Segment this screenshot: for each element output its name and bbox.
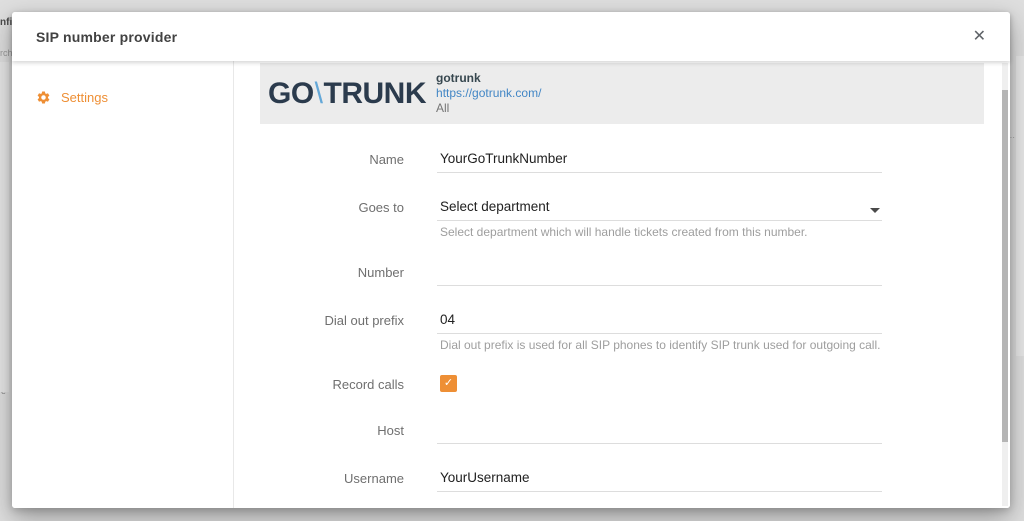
- department-select-value: Select department: [440, 199, 550, 214]
- department-select[interactable]: Select department: [437, 198, 882, 221]
- sip-number-provider-dialog: SIP number provider ✕ Settings GO\TRUNK …: [12, 12, 1010, 508]
- record-calls-label: Record calls: [332, 377, 404, 392]
- dialog-body: Settings GO\TRUNK gotrunk https://gotrun…: [12, 61, 1010, 508]
- number-label: Number: [357, 265, 404, 280]
- logo-go: GO: [268, 76, 314, 110]
- host-label: Host: [377, 423, 404, 438]
- username-input[interactable]: [440, 469, 882, 486]
- provider-name: gotrunk: [436, 71, 481, 85]
- username-field: [437, 469, 882, 492]
- content-scrollbar-track[interactable]: [1002, 63, 1008, 506]
- sidebar-item-settings[interactable]: Settings: [12, 86, 233, 109]
- content-scrollbar-thumb[interactable]: [1002, 90, 1008, 442]
- dial-out-prefix-field: [437, 311, 882, 334]
- form-row-goes-to: Goes to Select department Select departm…: [234, 198, 1010, 239]
- host-input[interactable]: [440, 421, 882, 438]
- logo-slash: \: [314, 76, 323, 110]
- record-calls-field: ✓: [437, 375, 882, 396]
- record-calls-checkbox[interactable]: ✓: [440, 375, 457, 392]
- provider-url-link[interactable]: https://gotrunk.com/: [436, 86, 541, 101]
- dial-out-prefix-label: Dial out prefix: [324, 313, 404, 328]
- background-panel-edge: [1016, 56, 1024, 356]
- name-field: [437, 150, 882, 173]
- check-icon: ✓: [443, 377, 454, 389]
- dial-out-prefix-input[interactable]: [440, 311, 882, 328]
- goes-to-helper-text: Select department which will handle tick…: [440, 225, 808, 239]
- form-row-username: Username: [234, 469, 1010, 492]
- sidebar-item-label: Settings: [61, 90, 108, 105]
- provider-info: gotrunk https://gotrunk.com/ All: [436, 71, 541, 116]
- form-row-number: Number: [234, 263, 1010, 286]
- form-row-record-calls: Record calls ✓: [234, 375, 1010, 396]
- background-panel-edge: [0, 62, 9, 392]
- gotrunk-logo: GO\TRUNK: [268, 76, 427, 111]
- dialog-header: SIP number provider ✕: [12, 12, 1010, 61]
- username-label: Username: [344, 471, 404, 486]
- provider-scope: All: [436, 101, 450, 115]
- form-row-dial-out-prefix: Dial out prefix Dial out prefix is used …: [234, 311, 1010, 352]
- form-row-host: Host: [234, 421, 1010, 444]
- chevron-down-icon: [870, 208, 880, 213]
- dial-out-prefix-helper-text: Dial out prefix is used for all SIP phon…: [440, 338, 881, 352]
- gear-icon: [37, 91, 50, 104]
- name-label: Name: [369, 152, 404, 167]
- background-text-fragment: rch: [0, 48, 13, 58]
- form-row-name: Name: [234, 150, 1010, 173]
- goes-to-label: Goes to: [358, 200, 404, 215]
- name-input[interactable]: [440, 150, 882, 167]
- dialog-content: GO\TRUNK gotrunk https://gotrunk.com/ Al…: [234, 61, 1010, 508]
- dialog-sidebar: Settings: [12, 61, 234, 508]
- number-field: [437, 263, 882, 286]
- logo-trunk: TRUNK: [323, 76, 427, 110]
- dialog-title: SIP number provider: [36, 28, 178, 45]
- host-field: [437, 421, 882, 444]
- close-icon[interactable]: ✕: [971, 27, 988, 47]
- number-input[interactable]: [440, 263, 882, 280]
- provider-header: GO\TRUNK gotrunk https://gotrunk.com/ Al…: [260, 63, 984, 124]
- background-dots-icon: ··: [1009, 133, 1015, 142]
